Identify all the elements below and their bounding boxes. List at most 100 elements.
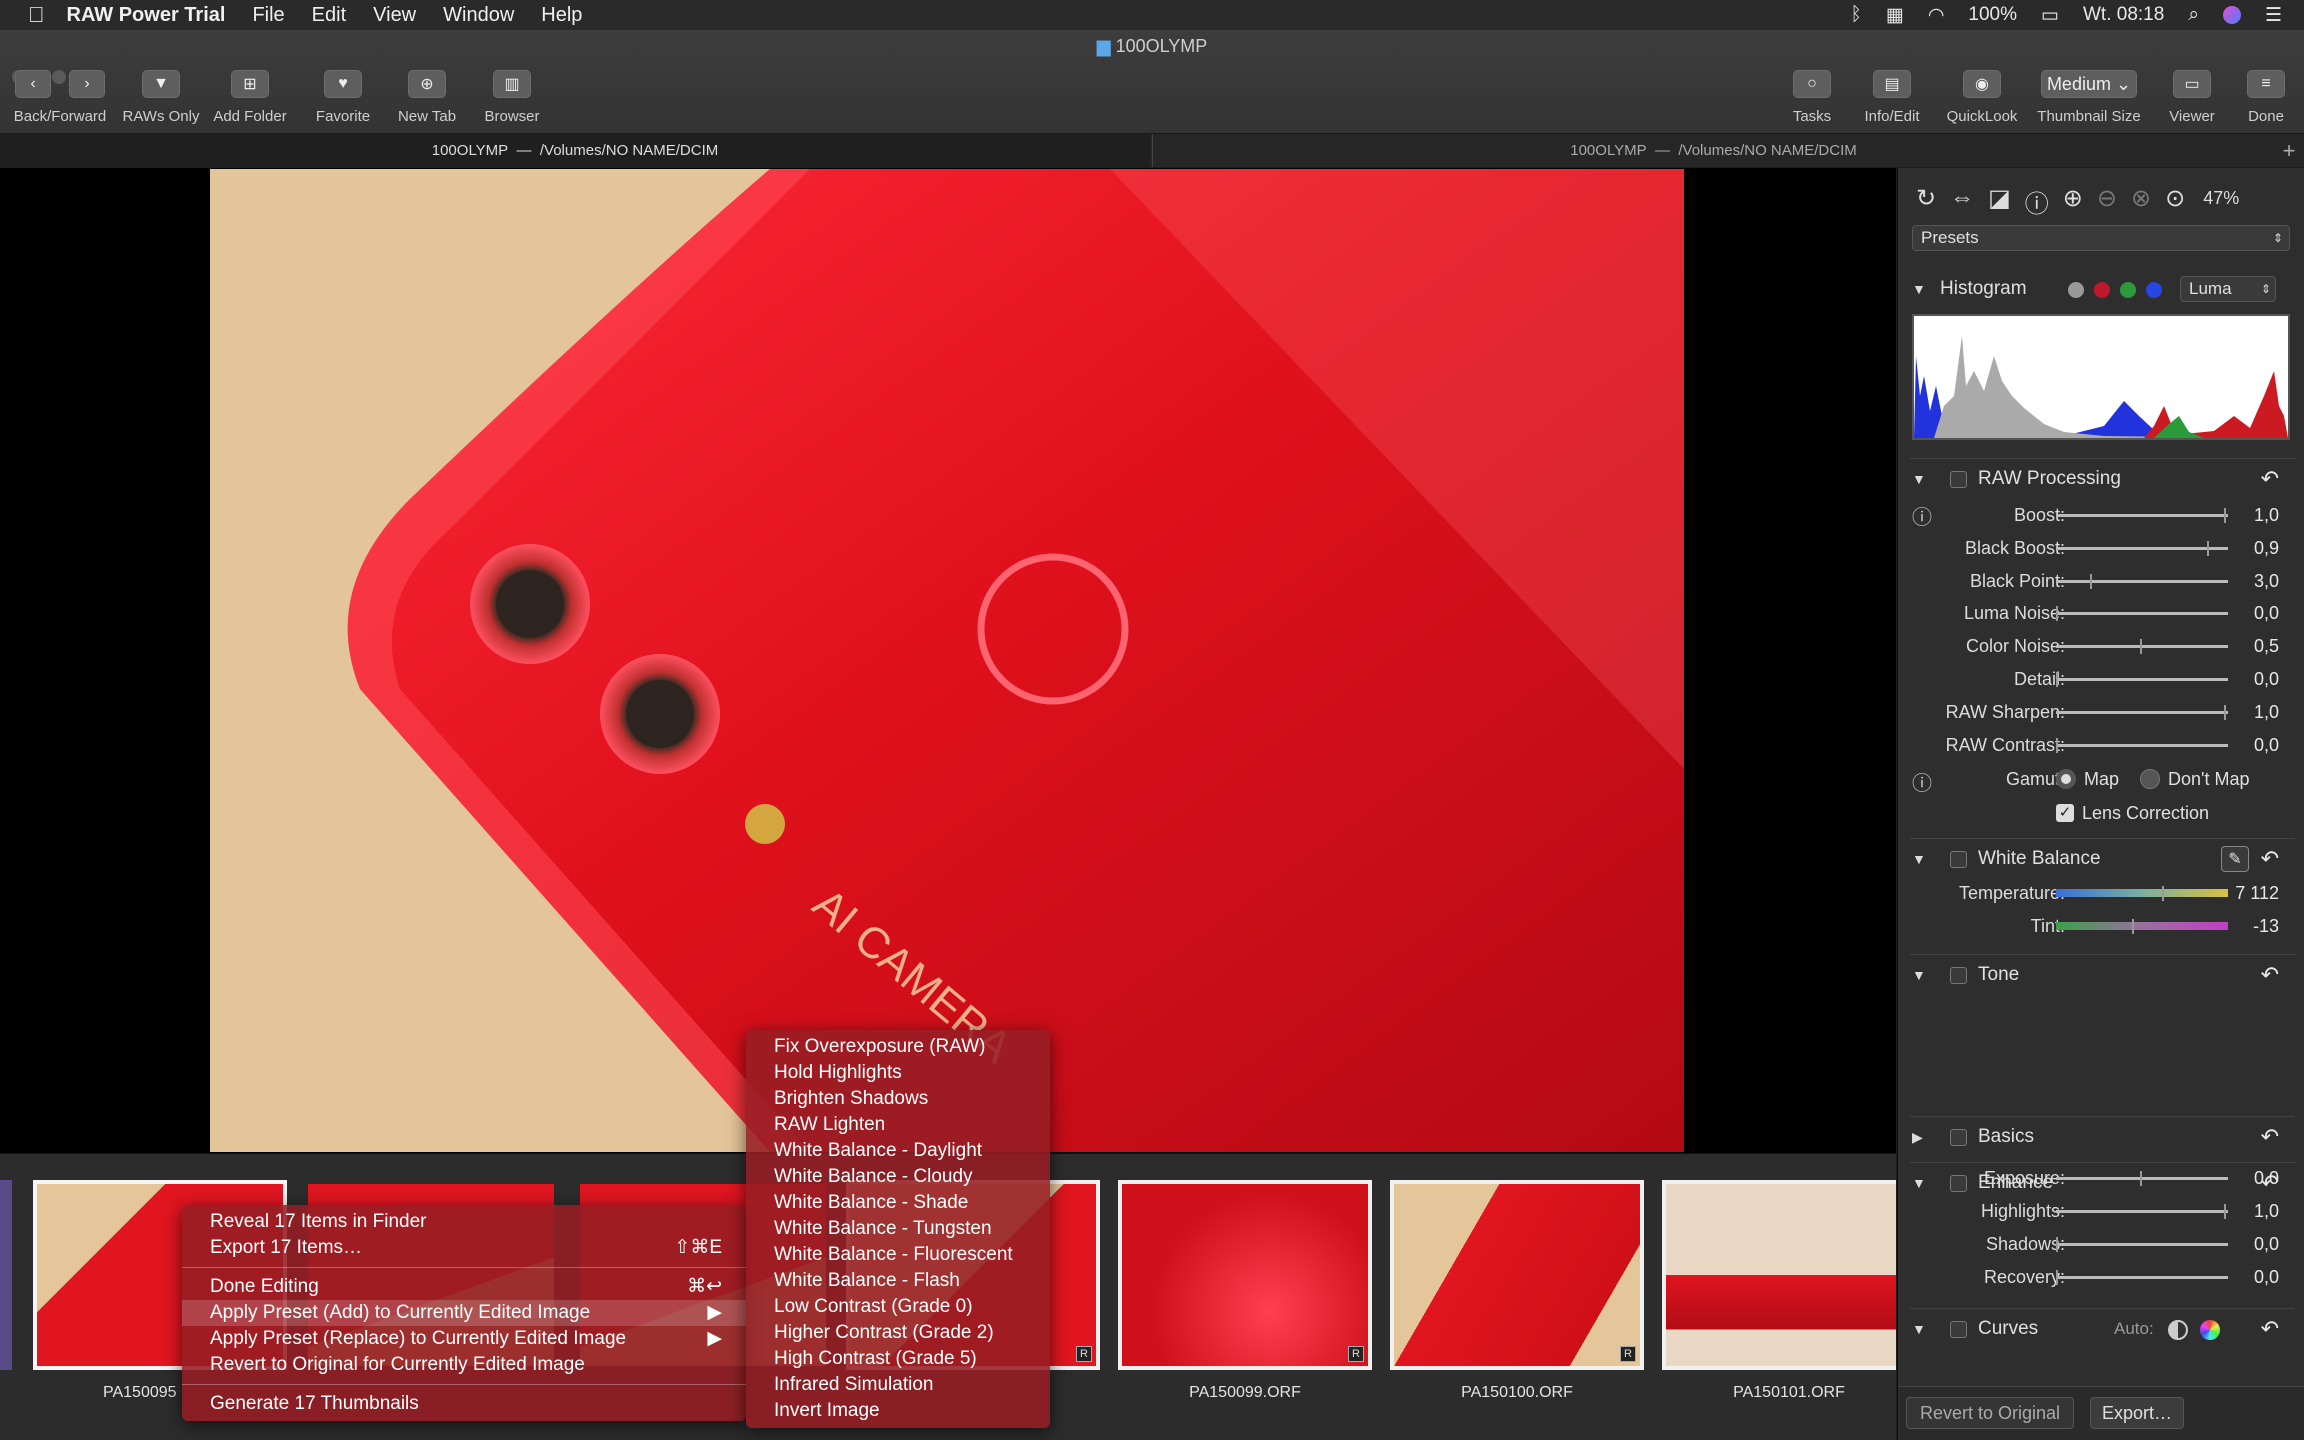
slider-thumb[interactable]: [2161, 886, 2164, 901]
enhance-checkbox[interactable]: [1950, 1175, 1967, 1192]
spotlight-search-icon[interactable]: ⌕: [2188, 4, 2199, 26]
viewer-button[interactable]: ▭ Viewer: [2150, 70, 2234, 125]
keyboard-icon[interactable]: ▦: [1886, 4, 1904, 27]
slider-thumb[interactable]: [2056, 737, 2058, 753]
section-enhance[interactable]: ▼ Enhance ↶: [1898, 1170, 2304, 1196]
apple-menu-icon[interactable]: : [28, 2, 45, 28]
channel-green-dot[interactable]: [2120, 282, 2136, 298]
section-basics[interactable]: ▶ Basics ↶: [1898, 1124, 2304, 1150]
disclosure-triangle-icon[interactable]: ▶: [1912, 1124, 1923, 1150]
siri-icon[interactable]: [2222, 6, 2241, 24]
menu-file[interactable]: File: [252, 4, 284, 27]
rotate-icon[interactable]: ↻: [1916, 184, 1936, 219]
section-tone[interactable]: ▼ Tone ↶: [1898, 962, 2304, 988]
zoom-out-icon[interactable]: ⊖: [2097, 184, 2117, 219]
battery-percent[interactable]: 100%: [1968, 4, 2017, 26]
preset-item[interactable]: White Balance - Flash: [746, 1268, 1050, 1294]
preset-item[interactable]: White Balance - Shade: [746, 1190, 1050, 1216]
favorite-button[interactable]: ♥ Favorite: [300, 70, 386, 125]
thumbnail-size-control[interactable]: Medium ⌄ Thumbnail Size: [2030, 70, 2148, 125]
slider-track[interactable]: [2056, 704, 2228, 720]
tab-2[interactable]: 100OLYMP — /Volumes/NO NAME/DCIM: [1152, 134, 2274, 167]
info-edit-button[interactable]: ▤ Info/Edit: [1850, 70, 1934, 125]
slider-thumb[interactable]: [2131, 919, 2134, 934]
slider-thumb[interactable]: [2224, 508, 2226, 523]
slider-value[interactable]: 0,0: [2254, 733, 2279, 757]
preset-item[interactable]: Hold Highlights: [746, 1060, 1050, 1086]
reset-icon[interactable]: ↶: [2261, 1170, 2279, 1196]
zoom-100-icon[interactable]: ⊙: [2165, 184, 2185, 219]
wifi-icon[interactable]: ◠: [1928, 4, 1945, 27]
zoom-in-icon[interactable]: ⊕: [2063, 184, 2083, 219]
menu-item-export[interactable]: Export 17 Items… ⇧⌘E: [182, 1235, 746, 1261]
slider-value[interactable]: 3,0: [2254, 569, 2279, 593]
thumbnail-5[interactable]: R: [1118, 1180, 1372, 1370]
disclosure-triangle-icon[interactable]: ▼: [1912, 1316, 1926, 1342]
preset-item[interactable]: Fix Overexposure (RAW): [746, 1034, 1050, 1060]
disclosure-triangle-icon[interactable]: ▼: [1912, 846, 1926, 872]
zoom-fit-icon[interactable]: ⊗: [2131, 184, 2151, 219]
preset-item[interactable]: White Balance - Fluorescent: [746, 1242, 1050, 1268]
slider-value[interactable]: 0,0: [2254, 1265, 2279, 1289]
back-button[interactable]: ‹: [15, 70, 51, 98]
slider-track[interactable]: [2056, 508, 2228, 523]
preset-item[interactable]: Invert Image: [746, 1398, 1050, 1424]
raws-only-button[interactable]: ▼ RAWs Only: [118, 70, 204, 125]
slider-track[interactable]: [2056, 573, 2228, 589]
menu-item-apply-preset-add[interactable]: Apply Preset (Add) to Currently Edited I…: [182, 1300, 746, 1326]
slider-track[interactable]: [2056, 886, 2228, 901]
slider-thumb[interactable]: [2207, 540, 2210, 556]
slider-thumb[interactable]: [2140, 639, 2142, 655]
tone-checkbox[interactable]: [1950, 967, 1967, 984]
preset-item[interactable]: White Balance - Cloudy: [746, 1164, 1050, 1190]
slider-track[interactable]: [2056, 737, 2228, 753]
channel-red-dot[interactable]: [2094, 282, 2110, 298]
slider-value[interactable]: 0,9: [2254, 536, 2279, 560]
new-tab-button[interactable]: ⊕ New Tab: [386, 70, 468, 125]
slider-track[interactable]: [2056, 540, 2228, 556]
section-histogram[interactable]: ▼ Histogram Luma ⇕: [1898, 276, 2304, 302]
slider-value[interactable]: 7 112: [2235, 881, 2279, 905]
slider-track[interactable]: [2056, 639, 2228, 655]
info-icon[interactable]: ⓘ: [2025, 184, 2049, 219]
slider-thumb[interactable]: [2224, 704, 2226, 720]
slider-thumb[interactable]: [2056, 606, 2058, 622]
thumbnail-7[interactable]: [1662, 1180, 1896, 1370]
slider-track[interactable]: [2056, 1237, 2228, 1252]
bluetooth-icon[interactable]: ᛒ: [1850, 4, 1861, 26]
auto-luma-icon[interactable]: [2168, 1320, 2188, 1340]
reset-icon[interactable]: ↶: [2261, 466, 2279, 492]
preset-item[interactable]: Brighten Shadows: [746, 1086, 1050, 1112]
white-balance-checkbox[interactable]: [1950, 851, 1967, 868]
channel-blue-dot[interactable]: [2146, 282, 2162, 298]
crop-icon[interactable]: ◪: [1988, 184, 2011, 219]
browser-button[interactable]: ▥ Browser: [470, 70, 554, 125]
preset-item[interactable]: RAW Lighten: [746, 1112, 1050, 1138]
quicklook-button[interactable]: ◉ QuickLook: [1940, 70, 2024, 125]
slider-value[interactable]: -13: [2253, 914, 2279, 938]
notification-center-icon[interactable]: ☰: [2265, 4, 2282, 27]
export-button[interactable]: Export…: [2090, 1397, 2184, 1429]
slider-value[interactable]: 1,0: [2254, 700, 2279, 724]
menu-item-reveal-in-finder[interactable]: Reveal 17 Items in Finder: [182, 1209, 746, 1235]
slider-value[interactable]: 0,0: [2254, 1232, 2279, 1256]
channel-all-dot[interactable]: [2068, 282, 2084, 298]
section-raw-processing[interactable]: ▼ RAW Processing ↶: [1898, 466, 2304, 492]
eyedropper-icon[interactable]: ✎: [2221, 846, 2249, 872]
disclosure-triangle-icon[interactable]: ▼: [1912, 1170, 1926, 1196]
menu-item-done-editing[interactable]: Done Editing ⌘↩: [182, 1274, 746, 1300]
menu-item-generate-thumbnails[interactable]: Generate 17 Thumbnails: [182, 1391, 746, 1417]
menu-edit[interactable]: Edit: [312, 4, 346, 27]
reset-icon[interactable]: ↶: [2261, 846, 2279, 872]
slider-value[interactable]: 1,0: [2254, 1199, 2279, 1223]
lens-correction-checkbox[interactable]: ✓: [2056, 804, 2074, 822]
gamut-dont-map-radio[interactable]: [2140, 769, 2160, 789]
basics-checkbox[interactable]: [1950, 1129, 1967, 1146]
slider-track[interactable]: [2056, 1204, 2228, 1219]
preset-item[interactable]: Higher Contrast (Grade 2): [746, 1320, 1050, 1346]
presets-popup[interactable]: Presets ⇕: [1912, 225, 2290, 251]
reset-icon[interactable]: ↶: [2261, 962, 2279, 988]
slider-track[interactable]: [2056, 1270, 2228, 1285]
preset-item[interactable]: Infrared Simulation: [746, 1372, 1050, 1398]
flip-icon[interactable]: ⇔: [1950, 184, 1974, 219]
